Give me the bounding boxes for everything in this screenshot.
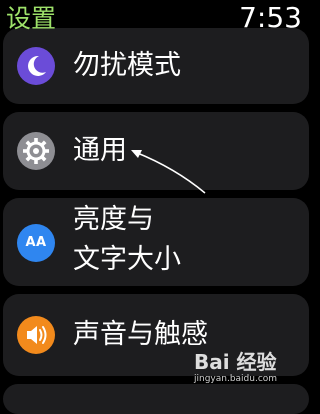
watermark-url: jingyan.baidu.com bbox=[194, 374, 278, 384]
text-size-icon-glyph: AA bbox=[25, 235, 47, 250]
settings-item-label: 通用 bbox=[73, 135, 127, 166]
settings-list: 勿扰模式 通用 AA 亮度与 文字大小 声音与触感 bbox=[0, 0, 312, 414]
watermark-logo-text: Bai 经验 bbox=[194, 350, 277, 374]
speaker-icon bbox=[17, 316, 55, 354]
clock-time: 7:53 bbox=[239, 1, 302, 34]
moon-icon bbox=[17, 47, 55, 85]
settings-item-label-line1: 亮度与 bbox=[73, 204, 154, 235]
watermark-logo: Bai 经验 jingyan.baidu.com bbox=[194, 350, 306, 386]
text-size-icon: AA bbox=[17, 224, 55, 262]
settings-item-label: 亮度与 文字大小 bbox=[73, 200, 223, 280]
settings-item-label: 声音与触感 bbox=[73, 319, 208, 350]
gear-icon bbox=[17, 132, 55, 170]
settings-item-general[interactable]: 通用 bbox=[3, 112, 309, 190]
settings-item-label: 勿扰模式 bbox=[73, 50, 181, 81]
settings-item-label-line2: 文字大小 bbox=[73, 244, 181, 275]
status-bar: 设置 7:53 bbox=[0, 0, 312, 40]
settings-item-next-partial[interactable] bbox=[3, 384, 309, 414]
settings-item-brightness-text-size[interactable]: AA 亮度与 文字大小 bbox=[3, 198, 309, 286]
page-title: 设置 bbox=[6, 4, 57, 33]
